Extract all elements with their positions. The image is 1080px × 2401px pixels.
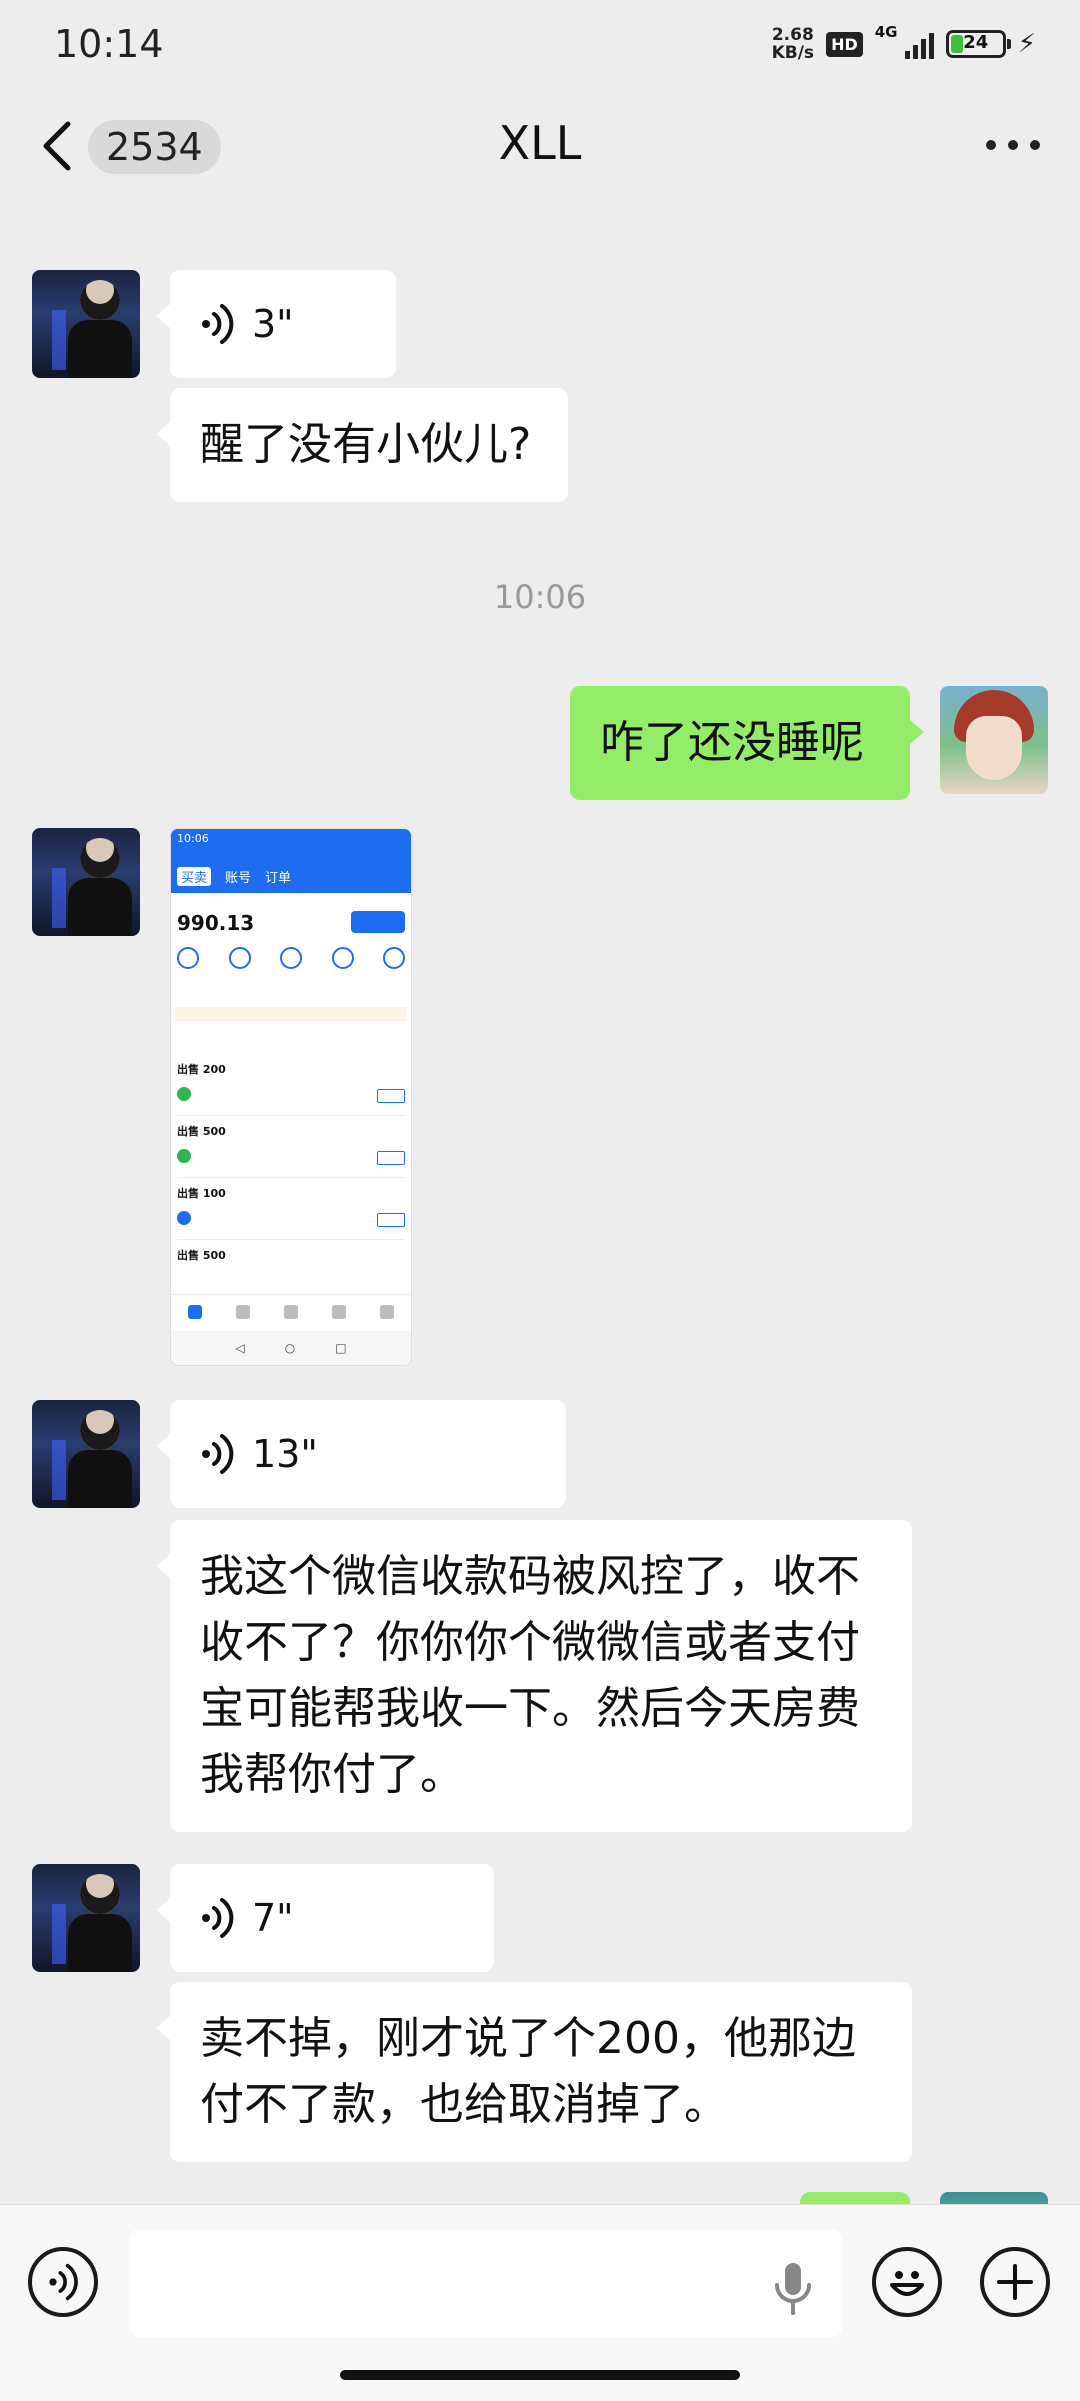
voice-message[interactable]: 7" <box>156 1864 494 1972</box>
screenshot-time: 10:06 <box>177 832 209 845</box>
screenshot-row: 出售 500 <box>177 1119 405 1178</box>
voice-wave-icon <box>202 1434 234 1474</box>
screenshot-row: 出售 200 <box>177 1057 405 1116</box>
chat-header: 2534 XLL <box>0 96 1080 196</box>
plus-icon <box>997 2264 1033 2300</box>
screenshot-row: 出售 100 <box>177 1181 405 1240</box>
status-indicators: 2.68 KB/s HD 4G 24 ⚡ <box>771 23 1036 63</box>
image-message[interactable]: 10:06 买卖 账号 订单 990.13 出售 200 出售 500 出售 1… <box>170 828 412 1366</box>
hd-badge: HD <box>826 31 863 57</box>
message-timestamp: 10:06 <box>493 578 587 616</box>
more-icon[interactable] <box>986 140 1040 152</box>
screenshot-row: 出售 500 <box>177 1249 226 1262</box>
contact-avatar[interactable] <box>32 1400 140 1508</box>
screenshot-system-nav: ◁ ○ □ <box>171 1331 411 1365</box>
text-message[interactable]: 醒了没有小伙儿? <box>156 388 568 502</box>
screenshot-tabbar <box>171 1294 411 1329</box>
screenshot-tabs: 买卖 账号 订单 <box>177 867 291 886</box>
screenshot-icon-row <box>177 947 405 969</box>
contact-avatar[interactable] <box>32 1864 140 1972</box>
outgoing-text-message[interactable]: 咋了还没睡呢 <box>570 686 924 800</box>
screenshot-sell-button <box>351 911 405 933</box>
voice-toggle-button[interactable] <box>28 2247 98 2317</box>
signal-icon: 4G <box>875 23 934 59</box>
my-avatar[interactable] <box>940 686 1048 794</box>
chat-title: XLL <box>498 116 582 170</box>
text-message[interactable]: 我这个微信收款码被风控了，收不收不了？你你你个微微信或者支付宝可能帮我收一下。然… <box>156 1520 912 1832</box>
voice-wave-icon <box>202 304 234 344</box>
contact-avatar[interactable] <box>32 270 140 378</box>
voice-duration: 13" <box>252 1432 318 1476</box>
network-speed: 2.68 KB/s <box>771 25 815 63</box>
screenshot-balance: 990.13 <box>177 911 255 935</box>
message-input[interactable] <box>130 2229 842 2337</box>
screenshot-notice <box>175 1007 407 1021</box>
more-actions-button[interactable] <box>980 2247 1050 2317</box>
voice-message[interactable]: 3" <box>156 270 396 378</box>
emoji-icon <box>890 2271 924 2296</box>
microphone-icon[interactable] <box>772 2261 814 2317</box>
network-type: 4G <box>874 23 898 41</box>
home-indicator[interactable] <box>340 2370 740 2380</box>
voice-duration: 3" <box>252 302 294 346</box>
status-bar: 10:14 2.68 KB/s HD 4G 24 ⚡ <box>0 0 1080 96</box>
contact-avatar[interactable] <box>32 828 140 936</box>
text-message[interactable]: 卖不掉，刚才说了个200，他那边付不了款，也给取消掉了。 <box>156 1982 912 2162</box>
battery-percent: 24 <box>963 32 989 53</box>
screenshot-header: 10:06 买卖 账号 订单 <box>171 829 411 893</box>
status-time: 10:14 <box>54 22 164 66</box>
voice-duration: 7" <box>252 1896 294 1940</box>
charging-icon: ⚡ <box>1017 29 1036 59</box>
voice-wave-icon <box>202 1898 234 1938</box>
voice-toggle-icon <box>49 2263 78 2301</box>
voice-message[interactable]: 13" <box>156 1400 566 1508</box>
battery-icon: 24 <box>945 30 1011 58</box>
emoji-button[interactable] <box>872 2247 942 2317</box>
